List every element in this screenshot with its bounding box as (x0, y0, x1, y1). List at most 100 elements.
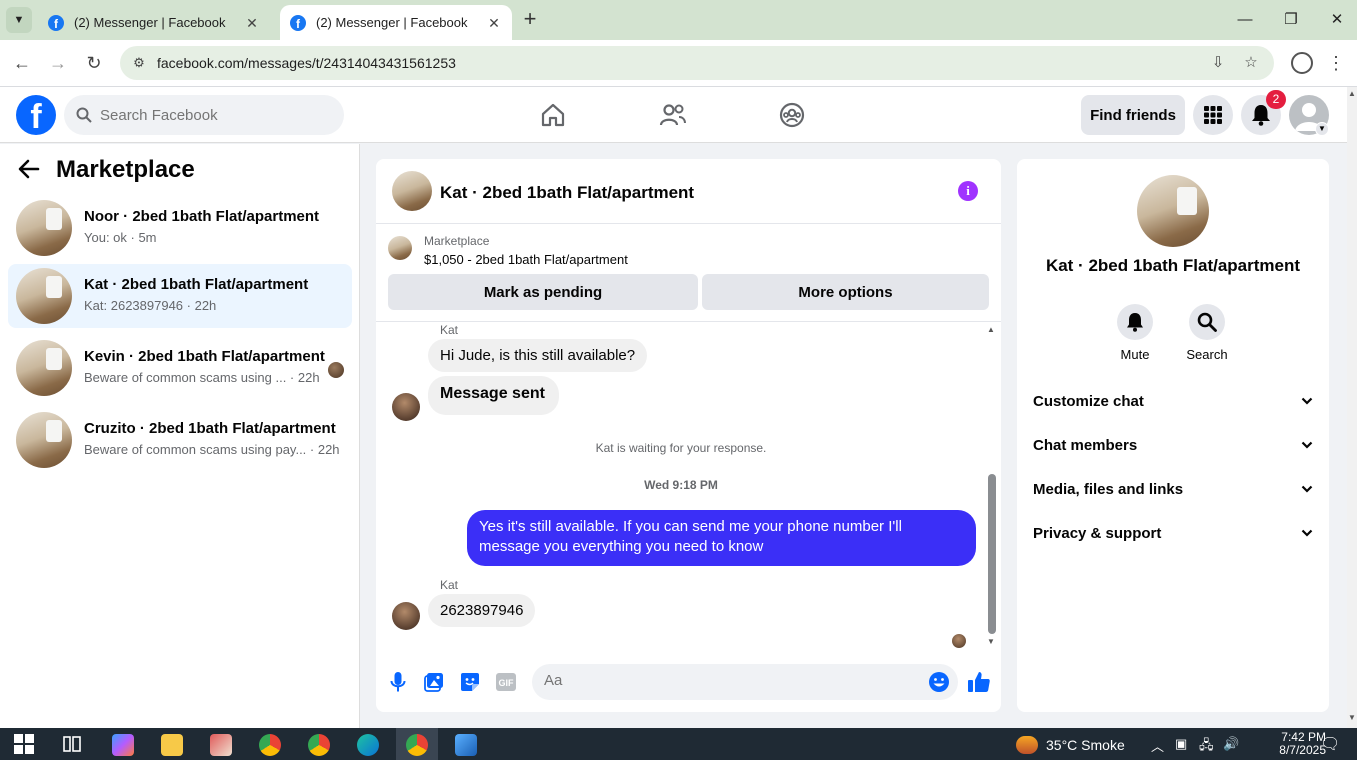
file-explorer-icon[interactable] (161, 734, 183, 756)
emoji-icon[interactable] (928, 671, 950, 693)
chat-title[interactable]: Kat · 2bed 1bath Flat/apartment (440, 183, 694, 203)
copilot-icon[interactable] (112, 734, 134, 756)
notification-center-icon[interactable]: 🗨 (1320, 734, 1340, 754)
seen-avatar (328, 362, 344, 378)
message-composer[interactable] (532, 664, 958, 700)
site-info-icon[interactable]: ⚙ (130, 54, 148, 72)
new-tab-button[interactable]: + (518, 8, 542, 32)
scroll-up-arrow-icon[interactable]: ▲ (987, 325, 995, 334)
chrome-active-icon[interactable] (406, 734, 428, 756)
chat-listing-thumbnail[interactable] (392, 171, 432, 211)
marketplace-listing-thumbnail[interactable] (388, 236, 412, 260)
privacy-support-section[interactable]: Privacy & support (1033, 517, 1313, 549)
thread-scroll-thumb[interactable] (988, 474, 996, 634)
conversation-name: Kevin · 2bed 1bath Flat/apartment (84, 348, 325, 365)
edge-icon[interactable] (357, 734, 379, 756)
thumbs-up-icon[interactable] (967, 670, 991, 694)
sender-avatar[interactable] (392, 393, 420, 421)
home-icon[interactable] (537, 99, 569, 131)
scroll-down-arrow-icon[interactable]: ▼ (987, 637, 995, 646)
network-icon[interactable]: 🖧 (1199, 736, 1214, 758)
conversation-item-kat[interactable]: Kat · 2bed 1bath Flat/apartment Kat: 262… (8, 264, 352, 328)
listing-thumbnail (16, 200, 72, 256)
message-input[interactable] (544, 672, 914, 689)
maximize-button[interactable]: ❐ (1276, 8, 1306, 32)
url-text[interactable]: facebook.com/messages/t/2431404343156125… (157, 55, 456, 71)
message-sender: Kat (440, 323, 459, 337)
sidebar-title: Marketplace (56, 156, 195, 183)
mute-button[interactable]: Mute (1105, 304, 1165, 362)
gif-icon[interactable]: GIF (495, 671, 517, 693)
windows-start-icon[interactable] (14, 734, 36, 756)
weather-smoke-icon[interactable] (1016, 736, 1038, 754)
meet-now-icon[interactable]: ▣ (1175, 736, 1187, 752)
outgoing-message[interactable]: Yes it's still available. If you can sen… (467, 510, 976, 566)
media-files-links-section[interactable]: Media, files and links (1033, 473, 1313, 505)
read-receipt-avatar (952, 634, 966, 648)
browser-menu-icon[interactable]: ⋮ (1327, 51, 1345, 75)
forward-button[interactable]: → (46, 51, 70, 75)
menu-grid-icon[interactable] (1193, 95, 1233, 135)
page-scroll-down-icon[interactable]: ▼ (1348, 713, 1356, 722)
svg-text:GIF: GIF (499, 678, 515, 688)
more-options-button[interactable]: More options (702, 274, 989, 310)
mark-as-pending-button[interactable]: Mark as pending (388, 274, 698, 310)
task-view-icon[interactable] (62, 734, 84, 756)
find-friends-button[interactable]: Find friends (1081, 95, 1185, 135)
close-tab-icon[interactable]: ✕ (244, 15, 260, 31)
reload-button[interactable]: ↻ (82, 51, 106, 75)
section-label: Customize chat (1033, 392, 1144, 410)
incoming-message[interactable]: Message sent (428, 376, 559, 415)
page-scroll-up-icon[interactable]: ▲ (1348, 89, 1356, 98)
conversation-item-cruzito[interactable]: Cruzito · 2bed 1bath Flat/apartment Bewa… (8, 408, 352, 472)
weather-text[interactable]: 35°C Smoke (1046, 737, 1125, 753)
info-icon[interactable]: i (958, 181, 978, 201)
close-tab-icon[interactable]: ✕ (486, 15, 502, 31)
windows-taskbar: 35°C Smoke ︿ ▣ 🖧 🔊 7:42 PM 8/7/2025 🗨 (0, 728, 1357, 760)
bookmark-star-icon[interactable]: ☆ (1241, 53, 1261, 73)
volume-icon[interactable]: 🔊 (1223, 736, 1239, 752)
tab-search-menu[interactable]: ▼ (6, 7, 32, 33)
account-chevron-down-icon[interactable]: ▼ (1315, 122, 1329, 136)
photos-app-icon[interactable] (455, 734, 477, 756)
search-label: Search (1186, 347, 1228, 362)
facebook-logo-icon[interactable]: f (16, 95, 56, 135)
waiting-note: Kat is waiting for your response. (595, 441, 767, 455)
back-arrow-icon[interactable] (18, 158, 46, 186)
sender-avatar[interactable] (392, 602, 420, 630)
conversation-item-kevin[interactable]: Kevin · 2bed 1bath Flat/apartment Beware… (8, 336, 352, 400)
incoming-message[interactable]: 2623897946 (428, 594, 536, 627)
search-input[interactable] (100, 106, 320, 124)
facebook-search[interactable] (64, 95, 344, 135)
minimize-button[interactable]: — (1230, 8, 1260, 32)
groups-icon[interactable] (776, 99, 808, 131)
taskbar-clock[interactable]: 7:42 PM 8/7/2025 (1266, 731, 1326, 757)
chevron-down-icon (1301, 441, 1313, 449)
omnibox[interactable]: ⚙ facebook.com/messages/t/24314043431561… (120, 46, 1274, 80)
chrome-profile-s-icon[interactable] (259, 734, 281, 756)
search-conversation-button[interactable]: Search (1177, 304, 1237, 362)
listing-thumbnail (16, 340, 72, 396)
incoming-message[interactable]: Hi Jude, is this still available? (428, 339, 648, 372)
chevron-down-icon (1301, 529, 1313, 537)
conversation-item-noor[interactable]: Noor · 2bed 1bath Flat/apartment You: ok… (8, 196, 352, 260)
customize-chat-section[interactable]: Customize chat (1033, 385, 1313, 417)
browser-tab-1[interactable]: f (2) Messenger | Facebook ✕ (38, 5, 270, 40)
back-button[interactable]: ← (10, 51, 34, 75)
browser-tab-2[interactable]: f (2) Messenger | Facebook ✕ (280, 5, 512, 40)
listing-price-title[interactable]: $1,050 - 2bed 1bath Flat/apartment (424, 252, 628, 267)
attach-photo-icon[interactable] (423, 671, 445, 693)
voice-clip-icon[interactable] (387, 671, 409, 693)
install-app-icon[interactable]: ⇩ (1208, 53, 1228, 73)
browser-profile-icon[interactable] (1291, 52, 1313, 74)
paint-app-icon[interactable] (210, 734, 232, 756)
chrome-profile-2-icon[interactable] (308, 734, 330, 756)
sticker-icon[interactable] (459, 671, 481, 693)
show-hidden-icons-chevron-icon[interactable]: ︿ (1151, 736, 1164, 755)
info-listing-thumbnail[interactable] (1137, 175, 1209, 247)
close-window-button[interactable]: ✕ (1322, 8, 1352, 32)
friends-icon[interactable] (657, 99, 689, 131)
page-scrollbar[interactable]: ▲ ▼ (1347, 87, 1357, 728)
chat-panel: Kat · 2bed 1bath Flat/apartment i Market… (376, 159, 1001, 712)
chat-members-section[interactable]: Chat members (1033, 429, 1313, 461)
